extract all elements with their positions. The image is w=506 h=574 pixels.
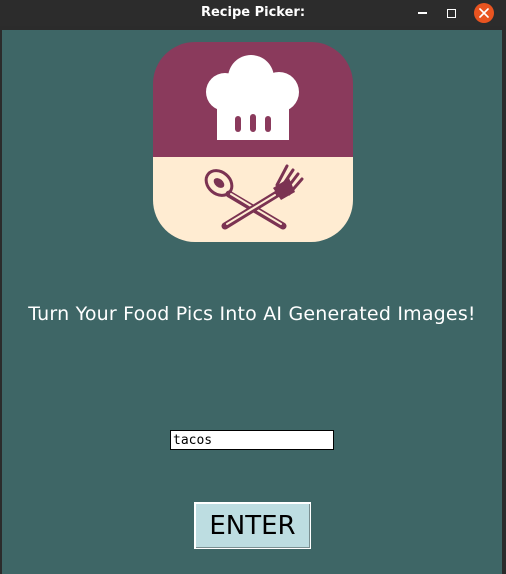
close-icon — [479, 8, 489, 18]
window-body: Turn Your Food Pics Into AI Generated Im… — [2, 30, 502, 574]
chef-logo — [153, 42, 353, 242]
maximize-button[interactable] — [441, 3, 461, 23]
minimize-icon — [417, 12, 427, 14]
recipe-input[interactable] — [170, 430, 334, 450]
minimize-button[interactable] — [412, 3, 432, 23]
enter-button[interactable]: ENTER — [194, 502, 311, 549]
title-bar: Recipe Picker: — [0, 0, 506, 26]
maximize-icon — [446, 8, 456, 18]
close-button[interactable] — [474, 3, 494, 23]
tagline-text: Turn Your Food Pics Into AI Generated Im… — [28, 303, 476, 325]
